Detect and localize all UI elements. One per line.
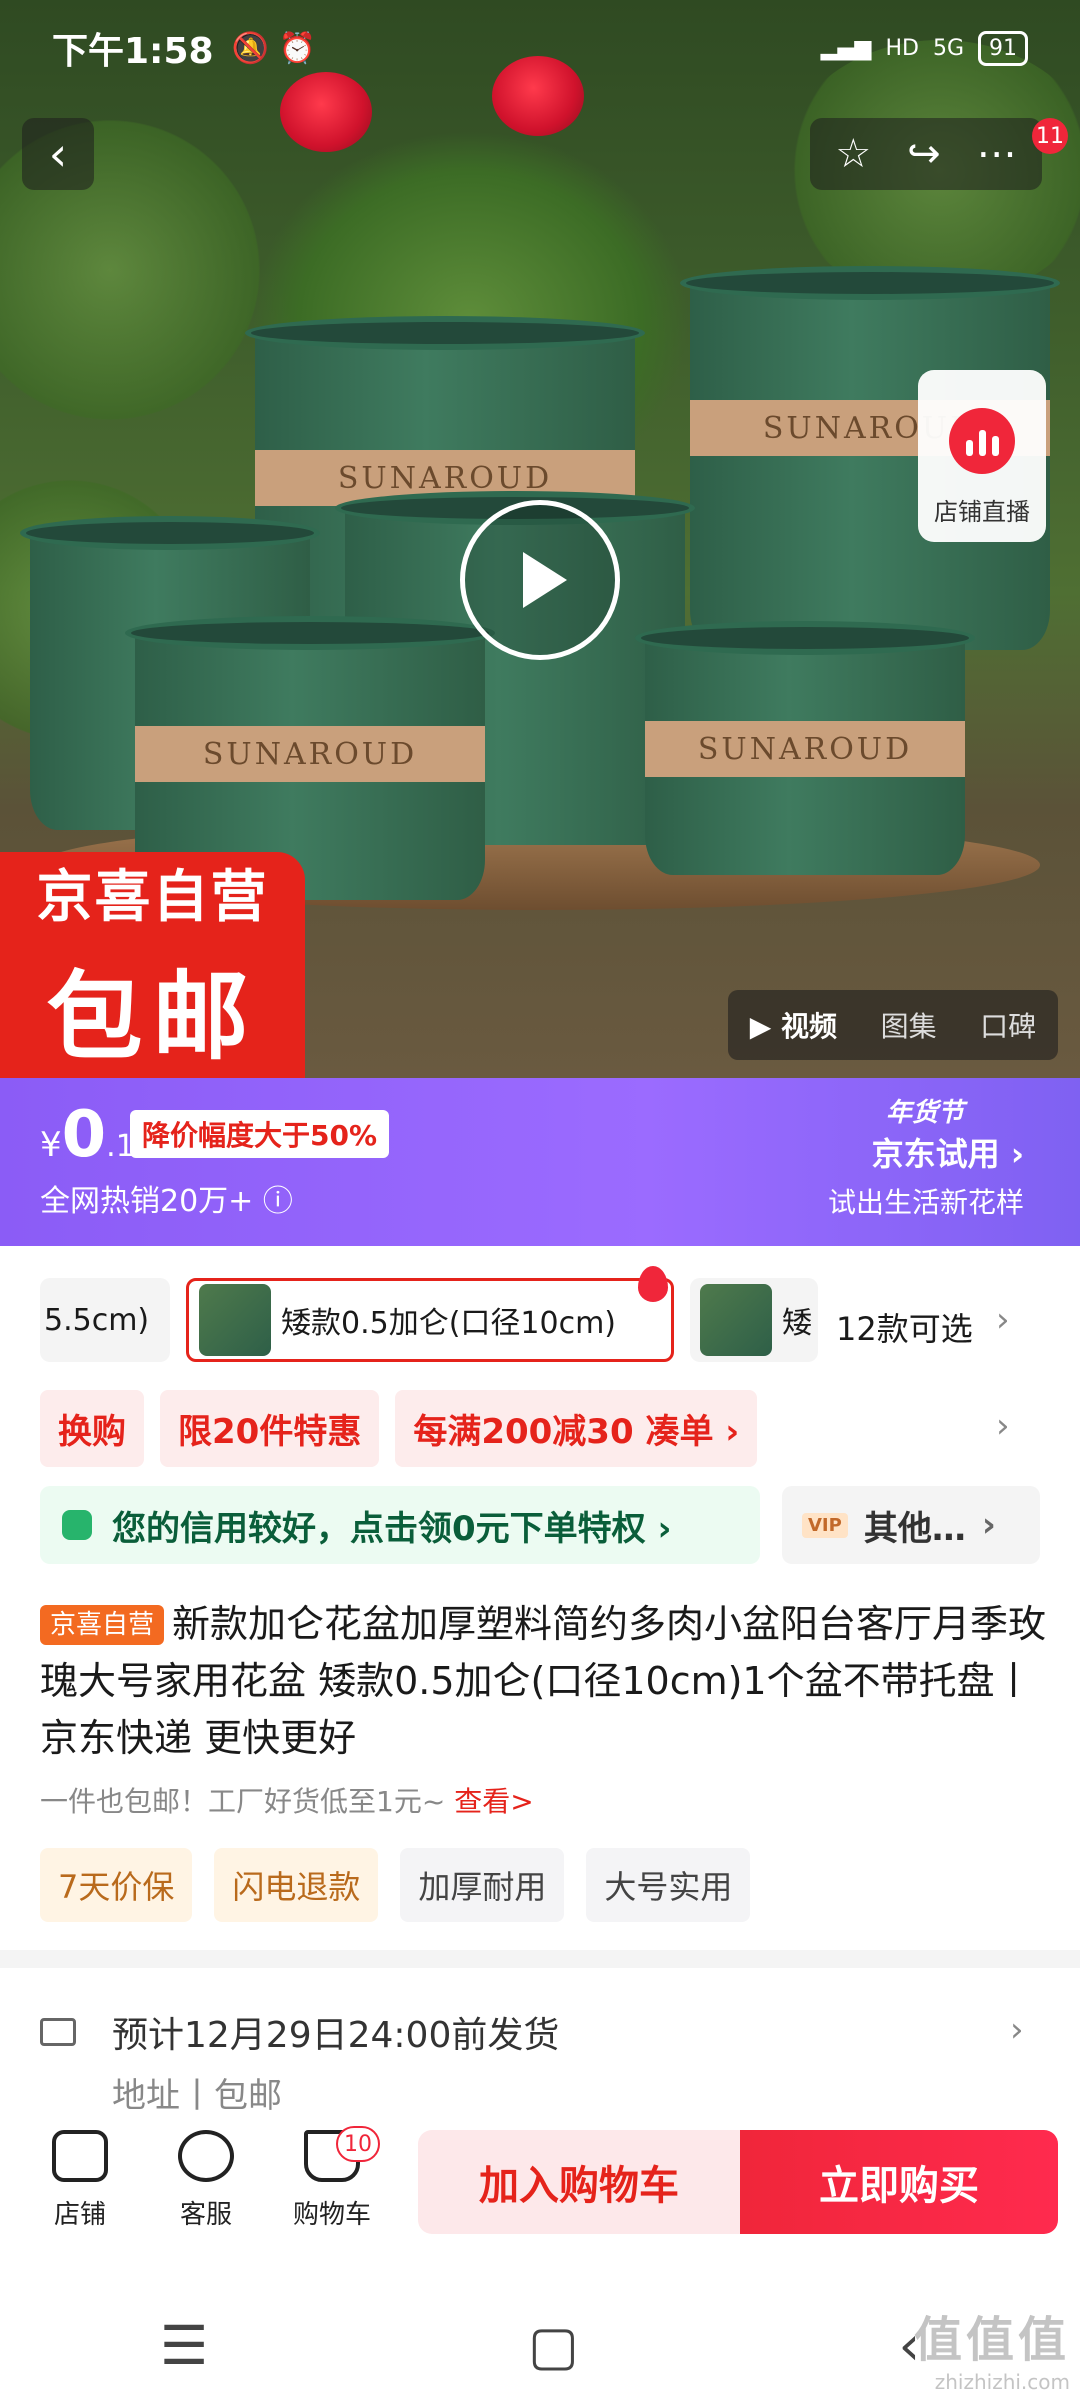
shipping-address[interactable]: 地址丨包邮	[112, 2068, 282, 2117]
info-icon[interactable]: ⓘ	[263, 1184, 293, 1219]
tab-gallery[interactable]: 图集	[881, 1005, 937, 1045]
tab-video[interactable]: ▶ 视频	[750, 1005, 837, 1045]
back-button[interactable]: ‹	[22, 118, 94, 190]
add-to-cart-button[interactable]: 加入购物车	[418, 2130, 740, 2234]
view-link[interactable]: 查看>	[454, 1785, 533, 1818]
tab-reviews[interactable]: 口碑	[980, 1005, 1036, 1045]
jingxi-badge: 京喜自营	[40, 1605, 165, 1645]
service-badges: 7天价保 闪电退款 加厚耐用 大号实用	[40, 1848, 751, 1922]
jd-trial-banner[interactable]: 年货节 京东试用 › 试出生活新花样	[828, 1092, 1024, 1221]
menu-icon[interactable]: ☰	[160, 2314, 208, 2377]
home-icon[interactable]: ▢	[528, 2314, 579, 2377]
network-label: 5G	[932, 35, 964, 61]
chevron-right-icon: ›	[981, 1505, 996, 1545]
star-icon[interactable]: ☆	[835, 131, 871, 177]
promo-line1: 京喜自营	[36, 865, 269, 930]
variant-item[interactable]: 矮	[690, 1278, 818, 1362]
store-button[interactable]: 店铺	[20, 2130, 140, 2231]
promo-tags: 换购 限20件特惠 每满200减30 凑单 ›	[40, 1390, 758, 1467]
store-live-button[interactable]: 店铺直播	[918, 370, 1046, 542]
credit-privilege-banner[interactable]: 您的信用较好，点击领0元下单特权 ›	[40, 1486, 760, 1564]
promo-badge: 京喜自营 包邮	[0, 852, 305, 1078]
store-live-label: 店铺直播	[934, 498, 1030, 526]
shipping-row[interactable]: 预计12月29日24:00前发货	[40, 2006, 559, 2058]
service-badge[interactable]: 加厚耐用	[400, 1848, 565, 1922]
service-badge[interactable]: 7天价保	[40, 1848, 193, 1922]
service-badge[interactable]: 闪电退款	[214, 1848, 379, 1922]
promo-tag[interactable]: 限20件特惠	[160, 1390, 380, 1467]
alarm-icon: ⏰	[278, 30, 317, 66]
chevron-right-icon[interactable]: ›	[1010, 2010, 1024, 2050]
other-privileges[interactable]: VIP 其他… ›	[782, 1486, 1040, 1564]
status-time: 下午1:58	[52, 31, 214, 72]
bag-icon	[62, 1510, 92, 1540]
chevron-right-icon: ›	[1010, 1135, 1024, 1173]
more-icon[interactable]: ⋯	[977, 131, 1017, 177]
price-drop-tag: 降价幅度大于50%	[130, 1110, 390, 1158]
variant-thumb	[700, 1284, 772, 1356]
top-actions: ☆ ↪ ⋯	[810, 118, 1042, 190]
watermark: 值值值 zhizhizhi.com	[913, 2312, 1070, 2394]
promo-tag[interactable]: 换购	[40, 1390, 144, 1467]
sales-count: 全网热销20万+ ⓘ	[40, 1184, 293, 1219]
vip-icon: VIP	[802, 1512, 848, 1538]
product-subtitle: 一件也包邮！工厂好货低至1元~ 查看>	[40, 1785, 534, 1818]
signal-icon: ▂▄▆	[820, 35, 872, 61]
notification-badge: 11	[1032, 118, 1068, 154]
chevron-right-icon[interactable]: ›	[996, 1406, 1010, 1446]
play-video-button[interactable]	[460, 500, 620, 660]
media-tabs: ▶ 视频 图集 口碑	[728, 990, 1058, 1060]
price-banner: ¥ 0 .1 降价幅度大于50% 全网热销20万+ ⓘ 年货节 京东试用 › 试…	[0, 1078, 1080, 1246]
pot: SUNAROUD	[635, 621, 975, 875]
service-button[interactable]: 客服	[146, 2130, 266, 2231]
cart-count-badge: 10	[336, 2126, 380, 2162]
chat-icon	[178, 2130, 234, 2182]
variant-item[interactable]: 5.5cm)	[40, 1278, 170, 1362]
status-bar: 下午1:58 🔕 ⏰ ▂▄▆ HD 5G 91	[0, 0, 1080, 96]
service-badge[interactable]: 大号实用	[586, 1848, 751, 1922]
variant-item-selected[interactable]: 矮款0.5加仑(口径10cm)	[186, 1278, 674, 1362]
variant-count[interactable]: 12款可选	[836, 1304, 973, 1350]
section-divider	[0, 1950, 1080, 1968]
truck-icon	[40, 2018, 76, 2046]
play-icon	[523, 552, 567, 608]
bottom-action-bar: 店铺 客服 购物车 10 加入购物车 立即购买	[0, 2116, 1080, 2246]
promo-tag[interactable]: 每满200减30 凑单 ›	[395, 1390, 758, 1467]
share-icon[interactable]: ↪	[907, 131, 941, 177]
mute-icon: 🔕	[231, 30, 269, 66]
store-icon	[52, 2130, 108, 2182]
product-title: 京喜自营 新款加仑花盆加厚塑料简约多肉小盆阳台客厅月季玫瑰大号家用花盆 矮款0.5…	[40, 1602, 1047, 1760]
chevron-left-icon: ‹	[48, 127, 68, 181]
price: ¥ 0 .1	[40, 1098, 135, 1172]
chevron-right-icon[interactable]: ›	[996, 1300, 1010, 1340]
hot-icon	[638, 1266, 668, 1302]
hd-icon: HD	[885, 35, 919, 61]
live-icon	[949, 408, 1015, 474]
variant-thumb	[199, 1284, 271, 1356]
promo-line2: 包邮	[46, 961, 259, 1073]
battery-icon: 91	[978, 30, 1028, 66]
buy-now-button[interactable]: 立即购买	[740, 2130, 1058, 2234]
